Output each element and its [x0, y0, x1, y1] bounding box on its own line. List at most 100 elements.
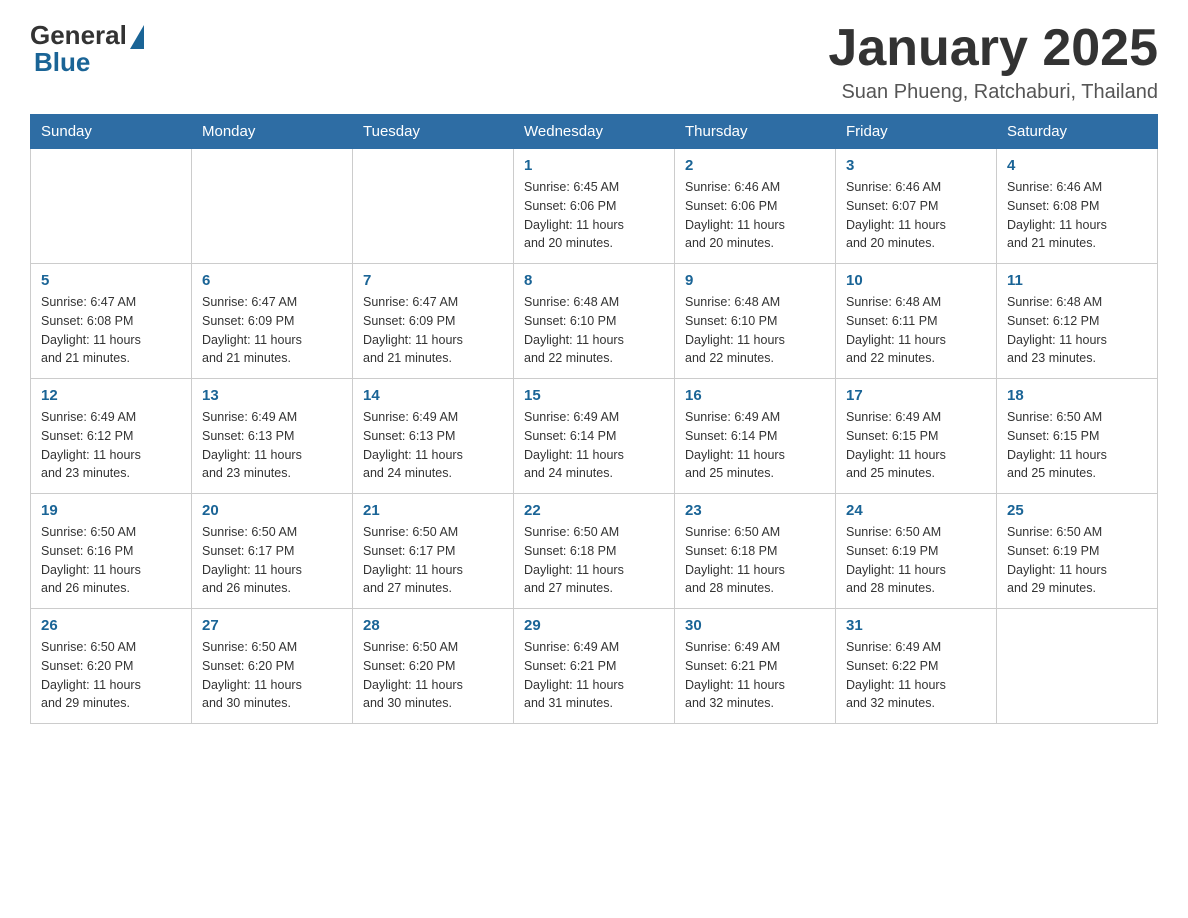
- logo: General Blue: [30, 20, 144, 78]
- day-info: Sunrise: 6:50 AM Sunset: 6:18 PM Dayligh…: [524, 523, 664, 598]
- week-row-2: 5 Sunrise: 6:47 AM Sunset: 6:08 PM Daylig…: [31, 264, 1158, 379]
- column-header-saturday: Saturday: [997, 115, 1158, 149]
- day-info: Sunrise: 6:50 AM Sunset: 6:15 PM Dayligh…: [1007, 408, 1147, 483]
- calendar-cell: 1 Sunrise: 6:45 AM Sunset: 6:06 PM Daylig…: [514, 149, 675, 264]
- day-number: 16: [685, 387, 825, 404]
- day-info: Sunrise: 6:50 AM Sunset: 6:19 PM Dayligh…: [1007, 523, 1147, 598]
- calendar-cell: 12 Sunrise: 6:49 AM Sunset: 6:12 PM Dayli…: [31, 379, 192, 494]
- day-info: Sunrise: 6:50 AM Sunset: 6:16 PM Dayligh…: [41, 523, 181, 598]
- day-number: 9: [685, 272, 825, 289]
- day-number: 7: [363, 272, 503, 289]
- calendar-cell: 3Sunrise: 6:46 AM Sunset: 6:07 PM Daylig…: [836, 149, 997, 264]
- day-number: 2: [685, 157, 825, 174]
- day-info: Sunrise: 6:47 AM Sunset: 6:09 PM Dayligh…: [363, 293, 503, 368]
- calendar-cell: 23Sunrise: 6:50 AM Sunset: 6:18 PM Dayli…: [675, 494, 836, 609]
- day-number: 31: [846, 617, 986, 634]
- day-info: Sunrise: 6:48 AM Sunset: 6:10 PM Dayligh…: [685, 293, 825, 368]
- calendar-cell: 16Sunrise: 6:49 AM Sunset: 6:14 PM Dayli…: [675, 379, 836, 494]
- day-number: 22: [524, 502, 664, 519]
- week-row-5: 26 Sunrise: 6:50 AM Sunset: 6:20 PM Dayli…: [31, 609, 1158, 724]
- day-number: 4: [1007, 157, 1147, 174]
- week-row-4: 19 Sunrise: 6:50 AM Sunset: 6:16 PM Dayli…: [31, 494, 1158, 609]
- day-number: 28: [363, 617, 503, 634]
- day-number: 6: [202, 272, 342, 289]
- calendar-cell: 30 Sunrise: 6:49 AM Sunset: 6:21 PM Dayli…: [675, 609, 836, 724]
- calendar-cell: 26 Sunrise: 6:50 AM Sunset: 6:20 PM Dayli…: [31, 609, 192, 724]
- day-number: 11: [1007, 272, 1147, 289]
- day-info: Sunrise: 6:49 AM Sunset: 6:21 PM Dayligh…: [524, 638, 664, 713]
- calendar-table: SundayMondayTuesdayWednesdayThursdayFrid…: [30, 114, 1158, 724]
- calendar-cell: 29 Sunrise: 6:49 AM Sunset: 6:21 PM Dayli…: [514, 609, 675, 724]
- day-number: 19: [41, 502, 181, 519]
- day-info: Sunrise: 6:49 AM Sunset: 6:12 PM Dayligh…: [41, 408, 181, 483]
- day-info: Sunrise: 6:49 AM Sunset: 6:22 PM Dayligh…: [846, 638, 986, 713]
- column-header-tuesday: Tuesday: [353, 115, 514, 149]
- calendar-cell: [353, 149, 514, 264]
- day-number: 3: [846, 157, 986, 174]
- day-info: Sunrise: 6:46 AM Sunset: 6:08 PM Dayligh…: [1007, 178, 1147, 253]
- calendar-cell: 22 Sunrise: 6:50 AM Sunset: 6:18 PM Dayli…: [514, 494, 675, 609]
- calendar-cell: 9 Sunrise: 6:48 AM Sunset: 6:10 PM Daylig…: [675, 264, 836, 379]
- day-number: 26: [41, 617, 181, 634]
- day-number: 15: [524, 387, 664, 404]
- day-number: 18: [1007, 387, 1147, 404]
- column-header-wednesday: Wednesday: [514, 115, 675, 149]
- calendar-cell: 14Sunrise: 6:49 AM Sunset: 6:13 PM Dayli…: [353, 379, 514, 494]
- calendar-cell: 25 Sunrise: 6:50 AM Sunset: 6:19 PM Dayli…: [997, 494, 1158, 609]
- calendar-cell: 7 Sunrise: 6:47 AM Sunset: 6:09 PM Daylig…: [353, 264, 514, 379]
- day-number: 30: [685, 617, 825, 634]
- calendar-cell: 17 Sunrise: 6:49 AM Sunset: 6:15 PM Dayli…: [836, 379, 997, 494]
- day-info: Sunrise: 6:49 AM Sunset: 6:14 PM Dayligh…: [524, 408, 664, 483]
- week-row-3: 12 Sunrise: 6:49 AM Sunset: 6:12 PM Dayli…: [31, 379, 1158, 494]
- page-header: General Blue January 2025 Suan Phueng, R…: [30, 20, 1158, 104]
- day-number: 24: [846, 502, 986, 519]
- day-info: Sunrise: 6:49 AM Sunset: 6:13 PM Dayligh…: [202, 408, 342, 483]
- column-header-thursday: Thursday: [675, 115, 836, 149]
- month-title: January 2025: [828, 20, 1158, 77]
- calendar-cell: 28Sunrise: 6:50 AM Sunset: 6:20 PM Dayli…: [353, 609, 514, 724]
- location-subtitle: Suan Phueng, Ratchaburi, Thailand: [828, 81, 1158, 104]
- day-info: Sunrise: 6:46 AM Sunset: 6:06 PM Dayligh…: [685, 178, 825, 253]
- calendar-header-row: SundayMondayTuesdayWednesdayThursdayFrid…: [31, 115, 1158, 149]
- calendar-cell: 15 Sunrise: 6:49 AM Sunset: 6:14 PM Dayli…: [514, 379, 675, 494]
- day-info: Sunrise: 6:45 AM Sunset: 6:06 PM Dayligh…: [524, 178, 664, 253]
- day-number: 20: [202, 502, 342, 519]
- calendar-cell: [192, 149, 353, 264]
- day-number: 17: [846, 387, 986, 404]
- calendar-cell: 31 Sunrise: 6:49 AM Sunset: 6:22 PM Dayli…: [836, 609, 997, 724]
- day-info: Sunrise: 6:49 AM Sunset: 6:21 PM Dayligh…: [685, 638, 825, 713]
- calendar-cell: 24 Sunrise: 6:50 AM Sunset: 6:19 PM Dayli…: [836, 494, 997, 609]
- day-info: Sunrise: 6:50 AM Sunset: 6:19 PM Dayligh…: [846, 523, 986, 598]
- day-info: Sunrise: 6:47 AM Sunset: 6:08 PM Dayligh…: [41, 293, 181, 368]
- day-number: 25: [1007, 502, 1147, 519]
- column-header-sunday: Sunday: [31, 115, 192, 149]
- calendar-cell: [31, 149, 192, 264]
- calendar-cell: 27 Sunrise: 6:50 AM Sunset: 6:20 PM Dayli…: [192, 609, 353, 724]
- calendar-cell: 6Sunrise: 6:47 AM Sunset: 6:09 PM Daylig…: [192, 264, 353, 379]
- day-number: 27: [202, 617, 342, 634]
- day-info: Sunrise: 6:50 AM Sunset: 6:20 PM Dayligh…: [41, 638, 181, 713]
- day-info: Sunrise: 6:49 AM Sunset: 6:15 PM Dayligh…: [846, 408, 986, 483]
- column-header-friday: Friday: [836, 115, 997, 149]
- day-info: Sunrise: 6:48 AM Sunset: 6:12 PM Dayligh…: [1007, 293, 1147, 368]
- week-row-1: 1 Sunrise: 6:45 AM Sunset: 6:06 PM Daylig…: [31, 149, 1158, 264]
- calendar-cell: 13Sunrise: 6:49 AM Sunset: 6:13 PM Dayli…: [192, 379, 353, 494]
- day-number: 14: [363, 387, 503, 404]
- day-info: Sunrise: 6:50 AM Sunset: 6:20 PM Dayligh…: [202, 638, 342, 713]
- column-header-monday: Monday: [192, 115, 353, 149]
- logo-blue-text: Blue: [30, 47, 90, 78]
- calendar-cell: 19 Sunrise: 6:50 AM Sunset: 6:16 PM Dayli…: [31, 494, 192, 609]
- day-info: Sunrise: 6:50 AM Sunset: 6:17 PM Dayligh…: [363, 523, 503, 598]
- day-number: 12: [41, 387, 181, 404]
- calendar-cell: 20Sunrise: 6:50 AM Sunset: 6:17 PM Dayli…: [192, 494, 353, 609]
- calendar-cell: 5 Sunrise: 6:47 AM Sunset: 6:08 PM Daylig…: [31, 264, 192, 379]
- day-number: 1: [524, 157, 664, 174]
- calendar-cell: 11 Sunrise: 6:48 AM Sunset: 6:12 PM Dayli…: [997, 264, 1158, 379]
- calendar-cell: 18 Sunrise: 6:50 AM Sunset: 6:15 PM Dayli…: [997, 379, 1158, 494]
- calendar-cell: 4 Sunrise: 6:46 AM Sunset: 6:08 PM Daylig…: [997, 149, 1158, 264]
- day-info: Sunrise: 6:48 AM Sunset: 6:11 PM Dayligh…: [846, 293, 986, 368]
- day-number: 8: [524, 272, 664, 289]
- day-info: Sunrise: 6:48 AM Sunset: 6:10 PM Dayligh…: [524, 293, 664, 368]
- day-number: 5: [41, 272, 181, 289]
- day-number: 29: [524, 617, 664, 634]
